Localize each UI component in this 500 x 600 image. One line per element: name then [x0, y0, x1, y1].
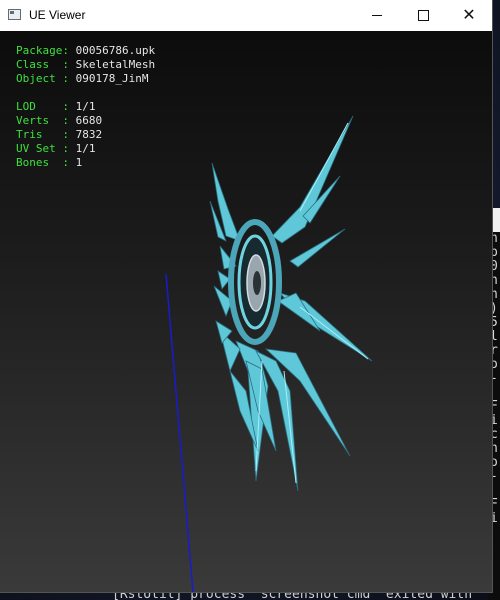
- maximize-button[interactable]: [400, 0, 446, 31]
- info-uvset: UV Set : 1/1: [16, 142, 96, 155]
- title-bar[interactable]: UE Viewer ✕: [0, 0, 492, 31]
- maximize-icon: [417, 10, 429, 21]
- info-bones: Bones : 1: [16, 156, 83, 169]
- ue-viewer-window: UE Viewer ✕ Package: 00056786.upk Class …: [0, 0, 492, 592]
- mesh-core-disc: [228, 219, 282, 345]
- info-lod: LOD : 1/1: [16, 100, 96, 113]
- info-verts: Verts : 6680: [16, 114, 103, 127]
- info-object: Object : 090178_JinM: [16, 72, 149, 85]
- window-title: UE Viewer: [29, 8, 86, 22]
- mesh-info-overlay: Package: 00056786.upk Class : SkeletalMe…: [16, 44, 155, 170]
- info-tris: Tris : 7832: [16, 128, 103, 141]
- 3d-viewport[interactable]: Package: 00056786.upk Class : SkeletalMe…: [0, 31, 492, 592]
- info-class: Class : SkeletalMesh: [16, 58, 156, 71]
- info-package: Package: 00056786.upk: [16, 44, 156, 57]
- minimize-button[interactable]: [354, 0, 400, 31]
- close-button[interactable]: ✕: [446, 0, 492, 31]
- axis-line: [165, 273, 194, 592]
- close-icon: ✕: [462, 6, 476, 24]
- minimize-icon: [372, 15, 382, 16]
- app-icon: [8, 9, 21, 20]
- mesh-highlights: [255, 122, 369, 484]
